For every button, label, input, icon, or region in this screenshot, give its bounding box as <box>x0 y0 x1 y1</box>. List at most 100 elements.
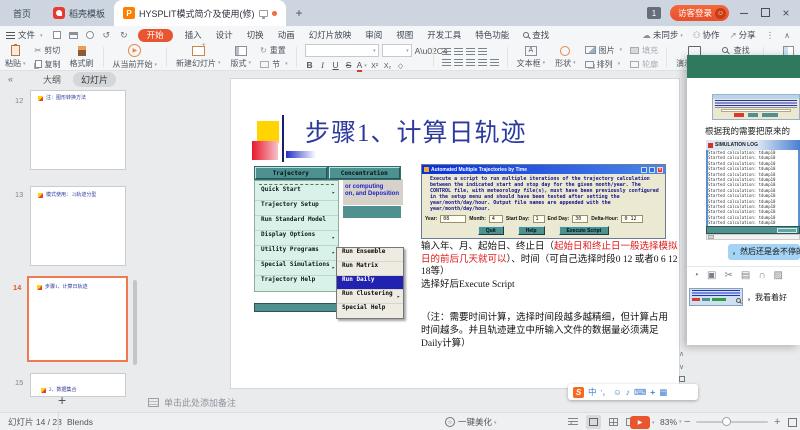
dialog-screenshot[interactable]: Automated Multiple Trajectories by Time … <box>421 164 666 239</box>
collapse-ribbon-icon[interactable] <box>784 30 790 40</box>
subscript-button[interactable] <box>383 60 393 70</box>
new-tab-button[interactable]: + <box>286 6 313 20</box>
file-icon[interactable] <box>741 270 750 281</box>
slide-thumbnail-15[interactable]: 2、数据集合 <box>30 373 126 397</box>
collaborate-button[interactable]: 协作 <box>693 29 720 41</box>
bullets-icon[interactable] <box>442 48 451 56</box>
ime-punctuation-icon[interactable] <box>601 387 610 398</box>
ribbon-tab-insert[interactable]: 插入 <box>178 29 209 41</box>
ime-emoji-icon[interactable] <box>613 387 622 397</box>
chat-window-header[interactable] <box>687 55 800 78</box>
cut-button[interactable]: 剪切 <box>35 45 61 56</box>
ime-skin-icon[interactable] <box>650 387 655 397</box>
maximize-button[interactable] <box>759 8 771 19</box>
ime-keyboard-icon[interactable] <box>634 387 646 398</box>
redo-icon[interactable] <box>115 30 133 41</box>
align-center-icon[interactable] <box>454 59 463 67</box>
font-family-select[interactable] <box>305 44 379 57</box>
tab-docer-templates[interactable]: 稻壳模板 <box>44 0 114 26</box>
sidebar-scrollbar[interactable] <box>133 280 137 365</box>
save-icon[interactable] <box>53 31 61 39</box>
tab-slides[interactable]: 幻灯片 <box>73 72 116 87</box>
decrease-indent-icon[interactable] <box>466 48 475 56</box>
ribbon-tab-slideshow[interactable]: 幻灯片放映 <box>302 29 359 41</box>
increase-font-icon[interactable]: A\u02C4 <box>415 46 425 56</box>
guest-login-button[interactable]: 访客登录 <box>670 5 729 21</box>
fill-button[interactable]: 填充 <box>630 45 658 56</box>
play-slideshow-button[interactable] <box>630 413 655 430</box>
text-effects-button[interactable] <box>396 60 406 70</box>
play-from-current-button[interactable]: 从当前开始 <box>108 44 163 70</box>
textbox-button[interactable]: 文本框 <box>512 46 551 69</box>
slide-thumbnail-12[interactable]: 注：图形转换方法 <box>30 90 126 170</box>
increase-indent-icon[interactable] <box>478 48 487 56</box>
numbering-icon[interactable] <box>454 48 463 56</box>
zoom-slider-knob[interactable] <box>722 417 731 426</box>
beautify-button[interactable]: 一键美化 <box>445 413 497 430</box>
ime-chinese-mode[interactable]: 中 <box>588 386 597 398</box>
window-count-badge[interactable]: 1 <box>647 7 661 19</box>
image-icon[interactable] <box>774 270 783 281</box>
slide-title[interactable]: 步骤1、计算日轨迹 <box>305 113 527 149</box>
theme-name[interactable]: Blends <box>58 413 93 430</box>
notes-placeholder[interactable]: 单击此处添加备注 <box>148 396 236 409</box>
new-slide-button[interactable]: 新建幻灯片 <box>171 46 226 69</box>
more-menu-icon[interactable] <box>766 30 775 41</box>
align-left-icon[interactable] <box>442 59 451 67</box>
find-menu[interactable]: 查找 <box>516 29 556 41</box>
line-spacing-icon[interactable] <box>490 59 499 67</box>
tab-home[interactable]: 首页 <box>0 7 44 20</box>
shapes-button[interactable]: 形状 <box>550 46 581 69</box>
fit-to-window-button[interactable] <box>788 413 797 430</box>
reset-button[interactable]: 重置 <box>260 45 288 56</box>
outline-button[interactable]: 轮廓 <box>630 59 658 70</box>
section-button[interactable]: 节 <box>260 59 288 70</box>
underline-button[interactable] <box>331 60 341 70</box>
minimize-button[interactable] <box>738 8 750 18</box>
chat-image-dialog-screenshot[interactable] <box>712 94 800 120</box>
print-icon[interactable] <box>69 32 78 39</box>
zoom-out-button[interactable]: − <box>684 413 690 430</box>
tab-outline[interactable]: 大纲 <box>43 73 61 86</box>
ribbon-tab-home[interactable]: 开始 <box>138 29 173 42</box>
close-button[interactable] <box>780 6 792 20</box>
ribbon-tab-review[interactable]: 审阅 <box>358 29 389 41</box>
arrange-button[interactable]: 排列 <box>585 59 623 70</box>
file-menu[interactable]: 文件 <box>0 29 49 41</box>
ribbon-tab-view[interactable]: 视图 <box>389 29 420 41</box>
previous-slide-scroll-icon[interactable]: ∧ <box>679 350 684 358</box>
share-button[interactable]: 分享 <box>730 29 756 41</box>
ribbon-tab-developer[interactable]: 开发工具 <box>420 29 468 41</box>
normal-view-icon[interactable] <box>586 415 601 429</box>
notes-view-icon[interactable] <box>568 418 578 426</box>
next-slide-scroll-icon[interactable]: ∨ <box>679 363 684 371</box>
ime-voice-icon[interactable] <box>626 387 630 397</box>
slide-note-text[interactable]: （注：需要时间计算，选择时间段越多越精细，但计算占用时间越多。并且轨迹建立中所输… <box>421 312 675 351</box>
strikethrough-button[interactable] <box>344 60 354 70</box>
ime-toolbox-icon[interactable] <box>659 387 667 398</box>
undo-icon[interactable] <box>98 30 116 41</box>
layout-button[interactable]: 版式 <box>226 46 257 69</box>
tab-current-document[interactable]: P HYSPLIT模式简介及使用(修) <box>114 0 286 26</box>
bold-button[interactable] <box>305 60 315 70</box>
sogou-logo-icon[interactable]: S <box>573 387 584 398</box>
paste-button[interactable]: 粘贴 <box>0 45 31 69</box>
font-color-button[interactable] <box>357 60 367 70</box>
present-mode-icon[interactable] <box>259 10 268 17</box>
collapse-sidebar-button[interactable]: « <box>0 74 21 84</box>
font-size-select[interactable] <box>382 44 412 57</box>
ribbon-tab-animation[interactable]: 动画 <box>271 29 302 41</box>
zoom-slider[interactable] <box>696 413 768 430</box>
slide-thumbnail-13[interactable]: 模式使用： 2)轨迹分型 <box>30 186 126 266</box>
picture-button[interactable]: 图片 <box>585 45 623 56</box>
slide-sorter-view-icon[interactable] <box>609 418 618 426</box>
ribbon-tab-features[interactable]: 特色功能 <box>468 29 516 41</box>
italic-button[interactable] <box>318 60 328 70</box>
screenshot-icon[interactable] <box>707 270 716 281</box>
format-painter-button[interactable]: 格式刷 <box>65 46 99 69</box>
chat-input-attachment-thumbnail[interactable] <box>689 288 743 306</box>
justify-icon[interactable] <box>478 59 487 67</box>
slide-canvas[interactable]: 步骤1、计算日轨迹 or computing on, and Depositio… <box>230 78 680 389</box>
zoom-level[interactable]: 83% <box>660 413 682 430</box>
add-slide-button[interactable]: + <box>58 392 66 408</box>
